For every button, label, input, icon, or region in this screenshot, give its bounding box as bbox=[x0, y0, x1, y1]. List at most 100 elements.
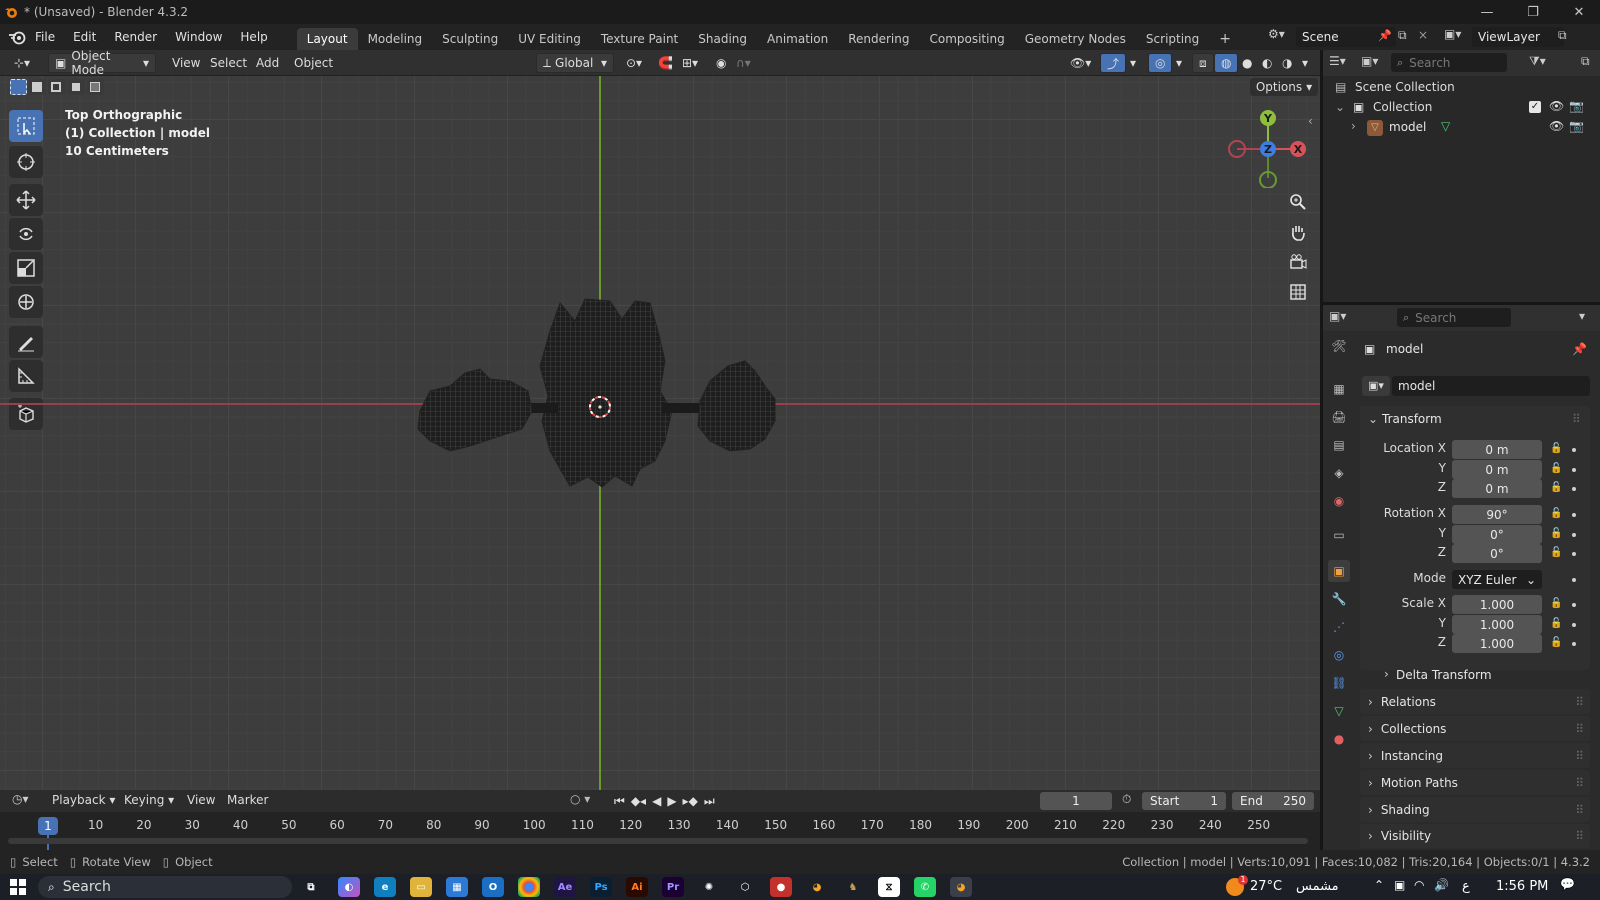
xray-toggle-icon[interactable]: ⧈ bbox=[1192, 53, 1214, 73]
overlay-toggle-icon[interactable]: ◎ bbox=[1148, 53, 1173, 73]
3d-cursor-icon[interactable] bbox=[587, 394, 613, 420]
shading-dropdown-icon[interactable]: ▾ bbox=[1296, 53, 1314, 73]
whatsapp-icon[interactable]: ✆ bbox=[914, 877, 936, 897]
close-button[interactable]: ✕ bbox=[1556, 0, 1600, 24]
shading-panel[interactable]: › Shading ⠿ bbox=[1360, 797, 1590, 822]
minimize-button[interactable]: — bbox=[1464, 0, 1510, 24]
transform-orientation-dropdown[interactable]: ⟂ Global ▾ bbox=[536, 53, 614, 73]
tab-texture-paint[interactable]: Texture Paint bbox=[591, 28, 688, 50]
delta-transform-chevron-icon[interactable]: › bbox=[1384, 667, 1389, 681]
select-box-tool-icon[interactable] bbox=[9, 110, 43, 142]
move-tool-icon[interactable] bbox=[9, 184, 43, 216]
transform-header[interactable]: Transform bbox=[1382, 412, 1442, 426]
physics-tab-icon[interactable]: ◎ bbox=[1328, 644, 1350, 666]
properties-options-chevron-icon[interactable]: ▾ bbox=[1579, 309, 1585, 323]
play-icon[interactable]: ▶ bbox=[667, 794, 676, 808]
lock-location-z-icon[interactable]: 🔓 bbox=[1550, 482, 1562, 494]
data-tab-icon[interactable]: ▽ bbox=[1328, 700, 1350, 722]
3d-app-icon[interactable]: ⬡ bbox=[734, 877, 756, 897]
location-y-field[interactable]: 0 m bbox=[1452, 460, 1542, 479]
keyframe-dot-icon[interactable] bbox=[1572, 623, 1576, 627]
collection-tab-icon[interactable]: ▭ bbox=[1328, 524, 1350, 546]
render-tab-icon[interactable]: ▦ bbox=[1328, 378, 1350, 400]
tab-sculpting[interactable]: Sculpting bbox=[432, 28, 508, 50]
visibility-eye-icon[interactable]: 👁▾ bbox=[1064, 53, 1097, 73]
windows-start-icon[interactable] bbox=[10, 879, 26, 898]
mesh-data-icon[interactable]: ▽ bbox=[1441, 119, 1450, 133]
overlay-dropdown-icon[interactable]: ▾ bbox=[1170, 53, 1188, 73]
collections-panel[interactable]: › Collections ⠿ bbox=[1360, 716, 1590, 741]
illustrator-icon[interactable]: Ai bbox=[626, 877, 648, 897]
outlook-icon[interactable]: O bbox=[482, 877, 504, 897]
tab-scripting[interactable]: Scripting bbox=[1136, 28, 1209, 50]
play-reverse-icon[interactable]: ◀ bbox=[652, 794, 661, 808]
location-z-field[interactable]: 0 m bbox=[1452, 479, 1542, 498]
gizmo-toggle-icon[interactable]: ⤴ bbox=[1100, 53, 1127, 73]
blender-alt-icon[interactable]: ◕ bbox=[806, 877, 828, 897]
jump-start-icon[interactable]: ⏮ bbox=[614, 794, 625, 809]
view-layer-browse-icon[interactable]: ▣▾ bbox=[1444, 27, 1461, 41]
jump-end-icon[interactable]: ⏭ bbox=[704, 794, 715, 809]
tray-chevron-icon[interactable]: ⌃ bbox=[1374, 878, 1384, 892]
tab-rendering[interactable]: Rendering bbox=[838, 28, 919, 50]
playhead-marker[interactable]: 1 bbox=[38, 817, 58, 835]
visibility-eye-icon[interactable]: 👁 bbox=[1549, 99, 1564, 113]
lock-scale-z-icon[interactable]: 🔓 bbox=[1550, 637, 1562, 649]
outliner-editor-icon[interactable]: ☰▾ bbox=[1329, 54, 1346, 68]
instancing-panel[interactable]: › Instancing ⠿ bbox=[1360, 743, 1590, 768]
playback-menu[interactable]: Playback ▾ bbox=[52, 793, 115, 807]
weather-text[interactable]: مشمس bbox=[1296, 879, 1339, 894]
view-layer-tab-icon[interactable]: ▤ bbox=[1328, 434, 1350, 456]
current-frame-field[interactable]: 1 bbox=[1040, 792, 1112, 810]
file-explorer-icon[interactable]: ▭ bbox=[410, 877, 432, 897]
wifi-icon[interactable]: ◠ bbox=[1414, 878, 1424, 892]
sidebar-toggle-chevron-icon[interactable]: ‹ bbox=[1308, 114, 1313, 128]
rotation-z-field[interactable]: 0° bbox=[1452, 544, 1542, 563]
tray-device-icon[interactable]: ▣ bbox=[1394, 878, 1405, 892]
blender-menu-icon[interactable] bbox=[8, 29, 26, 45]
add-workspace-plus-icon[interactable]: + bbox=[1209, 28, 1241, 50]
red-app-icon[interactable]: ● bbox=[770, 877, 792, 897]
chrome-icon[interactable] bbox=[518, 877, 540, 897]
camera-view-icon[interactable] bbox=[1284, 248, 1312, 276]
pin-properties-icon[interactable]: 📌 bbox=[1572, 342, 1587, 356]
outliner-search-input[interactable]: ⌕ Search bbox=[1391, 53, 1507, 72]
delete-scene-icon[interactable]: × bbox=[1418, 28, 1428, 42]
object-name-field[interactable]: model bbox=[1392, 376, 1590, 396]
outliner-row-model[interactable]: › ▽ model ▽ 👁 📷 bbox=[1323, 118, 1600, 138]
keyframe-dot-icon[interactable] bbox=[1572, 552, 1576, 556]
keyframe-dot-icon[interactable] bbox=[1572, 513, 1576, 517]
menu-edit[interactable]: Edit bbox=[64, 24, 105, 50]
lock-location-y-icon[interactable]: 🔓 bbox=[1550, 463, 1562, 475]
scale-tool-icon[interactable] bbox=[9, 252, 43, 284]
properties-editor-icon[interactable]: ▣▾ bbox=[1329, 309, 1346, 323]
jump-keyframe-forward-icon[interactable]: ▸◆ bbox=[683, 794, 698, 808]
falloff-icon[interactable]: ∩▾ bbox=[730, 53, 757, 73]
3d-viewport[interactable]: Top Orthographic (1) Collection | model … bbox=[0, 76, 1320, 790]
outliner-row-collection[interactable]: ⌄ ▣ Collection ✓ 👁 📷 bbox=[1323, 98, 1600, 118]
view-layer-field[interactable]: ViewLayer bbox=[1472, 27, 1564, 47]
keyframe-dot-icon[interactable] bbox=[1572, 533, 1576, 537]
photoshop-icon[interactable]: Ps bbox=[590, 877, 612, 897]
display-mode-icon[interactable]: ▣▾ bbox=[1361, 54, 1378, 68]
render-camera-icon[interactable]: 📷 bbox=[1569, 99, 1584, 113]
store-icon[interactable]: ▦ bbox=[446, 877, 468, 897]
delta-transform-header[interactable]: Delta Transform bbox=[1396, 668, 1492, 682]
menu-window[interactable]: Window bbox=[166, 24, 231, 50]
transform-collapse-chevron-icon[interactable]: ⌄ bbox=[1368, 412, 1378, 426]
object-tab-icon[interactable]: ▣ bbox=[1328, 560, 1350, 582]
model-visibility-eye-icon[interactable]: 👁 bbox=[1549, 119, 1564, 133]
notifications-icon[interactable]: 💬 bbox=[1560, 877, 1575, 891]
view-menu[interactable]: View bbox=[166, 53, 206, 73]
tool-tab-icon[interactable]: 🛠 bbox=[1328, 335, 1350, 357]
premiere-icon[interactable]: Pr bbox=[662, 877, 684, 897]
menu-file[interactable]: File bbox=[26, 24, 64, 50]
gizmo-dropdown-icon[interactable]: ▾ bbox=[1124, 53, 1142, 73]
expand-model-chevron-icon[interactable]: › bbox=[1351, 119, 1356, 133]
new-scene-icon[interactable]: ⧉ bbox=[1398, 28, 1407, 43]
tab-animation[interactable]: Animation bbox=[757, 28, 838, 50]
object-menu[interactable]: Object bbox=[288, 53, 339, 73]
annotate-tool-icon[interactable] bbox=[9, 326, 43, 358]
lock-rotation-x-icon[interactable]: 🔓 bbox=[1550, 508, 1562, 520]
filter-icon[interactable]: ⧩▾ bbox=[1529, 54, 1546, 69]
